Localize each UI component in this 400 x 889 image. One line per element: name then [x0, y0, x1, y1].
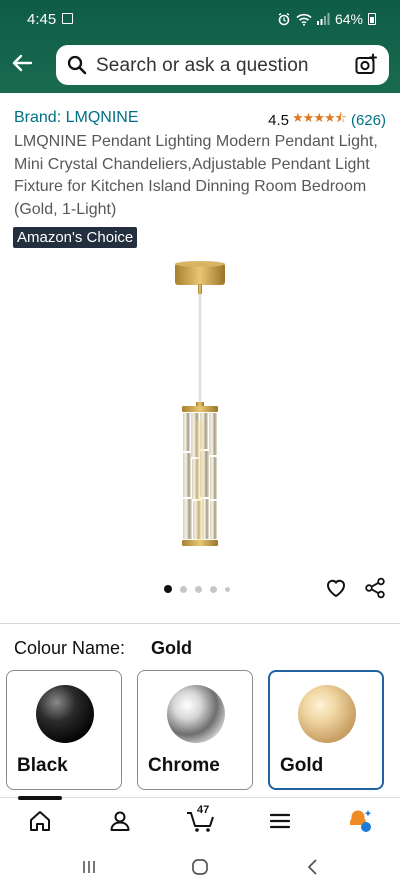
alarm-icon — [278, 12, 290, 26]
recent-apps-icon[interactable] — [79, 857, 99, 877]
back-arrow-icon[interactable] — [9, 50, 35, 76]
gold-swatch-image — [298, 685, 356, 743]
system-navigation-bar — [0, 843, 400, 889]
rating-count[interactable]: (626) — [351, 112, 386, 129]
home-button-icon[interactable] — [190, 857, 210, 877]
colour-name-value: Gold — [151, 638, 192, 658]
rating[interactable]: 4.5 ★★★★⯪ (626) — [268, 109, 386, 131]
search-icon — [67, 55, 87, 75]
brand-link[interactable]: Brand: LMQNINE — [14, 109, 138, 127]
camera-search-icon[interactable] — [354, 53, 378, 77]
status-icons: 64% — [277, 11, 376, 27]
section-divider — [0, 623, 400, 624]
pagination-dot[interactable] — [164, 585, 172, 593]
battery-icon — [368, 13, 376, 25]
colour-option-label: Black — [17, 755, 68, 776]
black-swatch-image — [36, 685, 94, 743]
account-icon[interactable] — [107, 808, 133, 834]
rating-value: 4.5 — [268, 111, 290, 129]
menu-icon[interactable] — [267, 808, 293, 834]
search-input[interactable]: Search or ask a question — [96, 55, 309, 77]
colour-option-chrome[interactable]: Chrome — [137, 670, 253, 790]
colour-name-label: Colour Name: — [14, 638, 126, 658]
cart-icon[interactable] — [186, 808, 216, 834]
battery-percent: 64% — [334, 11, 363, 27]
product-image[interactable] — [170, 260, 230, 560]
gallery-notification-icon — [62, 13, 73, 24]
home-icon[interactable] — [27, 808, 53, 834]
star-rating-icon: ★★★★⯪ — [292, 110, 347, 125]
search-bar[interactable]: Search or ask a question — [56, 45, 389, 85]
colour-option-label: Chrome — [148, 755, 220, 776]
colour-option-label: Gold — [280, 755, 324, 776]
amazons-choice-badge: Amazon's Choice — [13, 227, 138, 248]
app-header: 4:45 64% Search or ask a question — [0, 0, 400, 93]
signal-icon — [316, 13, 330, 25]
status-time: 4:45 — [27, 11, 57, 28]
active-tab-indicator — [18, 796, 62, 800]
wifi-icon — [296, 13, 312, 26]
status-bar: 4:45 64% — [0, 0, 400, 38]
bottom-navigation: 47 — [0, 796, 400, 843]
pagination-dot[interactable] — [210, 585, 217, 593]
image-pagination[interactable] — [164, 585, 230, 593]
assistant-icon[interactable] — [347, 808, 373, 834]
back-button-icon[interactable] — [303, 857, 323, 877]
product-title: LMQNINE Pendant Lighting Modern Pendant … — [14, 133, 378, 218]
heart-icon[interactable] — [325, 577, 347, 599]
colour-option-gold[interactable]: Gold — [268, 670, 384, 790]
pagination-dot[interactable] — [195, 585, 202, 593]
share-icon[interactable] — [364, 577, 386, 599]
pagination-dot[interactable] — [225, 586, 230, 592]
brand-rating-row: Brand: LMQNINE 4.5 ★★★★⯪ (626) — [0, 107, 400, 129]
chrome-swatch-image — [167, 685, 225, 743]
pagination-dot[interactable] — [180, 585, 187, 593]
colour-option-black[interactable]: Black — [6, 670, 122, 790]
